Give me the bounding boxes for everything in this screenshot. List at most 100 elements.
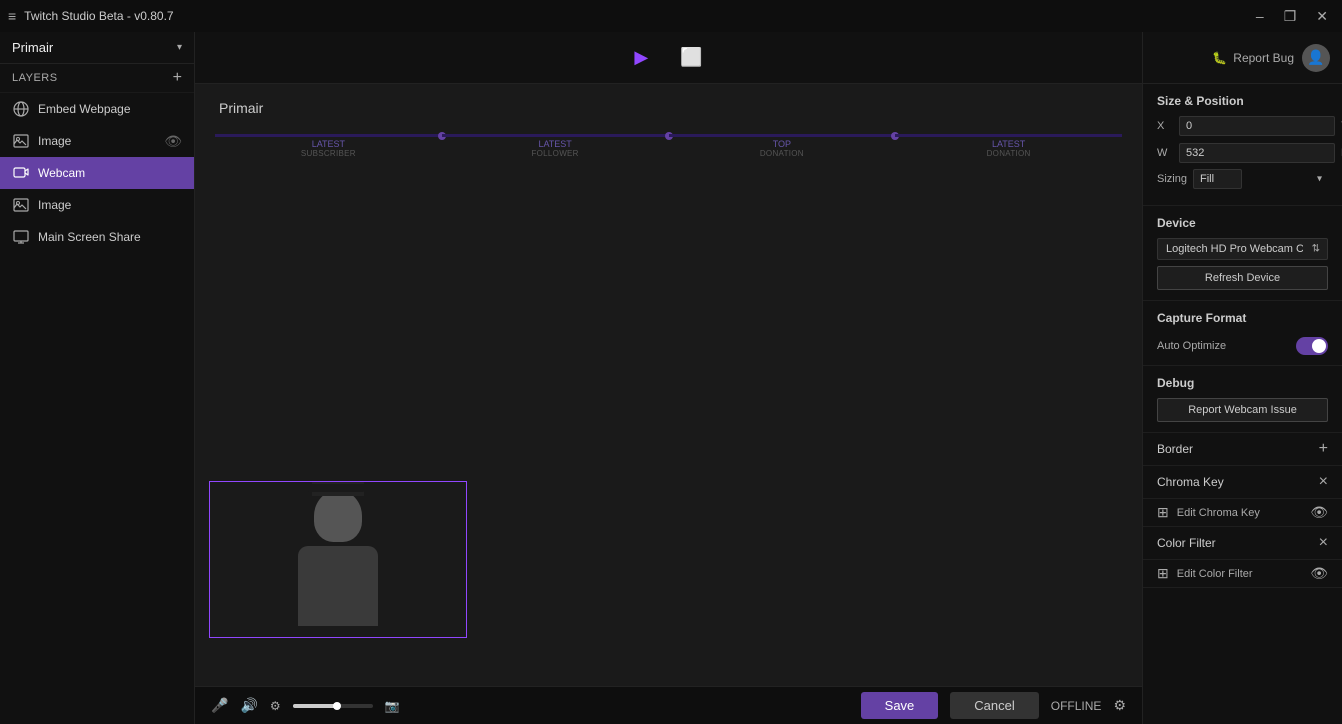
titlebar: ≡ Twitch Studio Beta - v0.80.7 – ❐ ✕ bbox=[0, 0, 1342, 32]
sliders-icon-color: ⊞ bbox=[1157, 565, 1169, 582]
save-button[interactable]: Save bbox=[861, 692, 939, 719]
hat-brim bbox=[306, 484, 366, 492]
capture-format-title: Capture Format bbox=[1157, 311, 1246, 325]
crop-tool-button[interactable]: ⬜ bbox=[672, 43, 710, 72]
border-add-icon[interactable]: + bbox=[1319, 440, 1328, 458]
sizing-chevron-icon: ▾ bbox=[1317, 174, 1322, 185]
menu-icon[interactable]: ≡ bbox=[8, 8, 16, 24]
eye-hidden-icon[interactable]: 👁 bbox=[164, 133, 182, 150]
sidebar: Primair ▾ Layers + Embed Webpage bbox=[0, 32, 195, 724]
chroma-key-row[interactable]: Chroma Key × bbox=[1143, 466, 1342, 499]
main-layout: Primair ▾ Layers + Embed Webpage bbox=[0, 32, 1342, 724]
color-filter-row[interactable]: Color Filter × bbox=[1143, 527, 1342, 560]
microphone-icon[interactable]: 🎤 bbox=[211, 697, 228, 714]
layer-item-webcam[interactable]: Webcam bbox=[0, 157, 194, 189]
add-layer-button[interactable]: + bbox=[173, 70, 182, 86]
sizing-row: Sizing Fill Fit Stretch ▾ bbox=[1157, 169, 1328, 189]
layer-name-screen: Main Screen Share bbox=[38, 230, 182, 244]
debug-title: Debug bbox=[1157, 376, 1328, 390]
report-bug-bar: 🐛 Report Bug 👤 bbox=[1143, 32, 1342, 84]
color-filter-label: Color Filter bbox=[1157, 536, 1216, 550]
stat-label-1: SUBSCRIBER bbox=[301, 149, 356, 158]
minimize-button[interactable]: – bbox=[1250, 6, 1270, 26]
window-controls: – ❐ ✕ bbox=[1250, 6, 1334, 27]
volume-fill bbox=[293, 704, 337, 708]
capture-format-section: Capture Format Auto Optimize bbox=[1143, 301, 1342, 366]
w-label: W bbox=[1157, 147, 1173, 159]
stat-latest-subscriber: LATEST SUBSCRIBER bbox=[215, 134, 442, 158]
chroma-key-label: Chroma Key bbox=[1157, 475, 1224, 489]
toggle-knob bbox=[1312, 339, 1326, 353]
scene-selector[interactable]: Primair ▾ bbox=[0, 32, 194, 64]
auto-optimize-toggle[interactable] bbox=[1296, 337, 1328, 355]
sliders-icon-chroma: ⊞ bbox=[1157, 504, 1169, 521]
border-row[interactable]: Border + bbox=[1143, 433, 1342, 466]
canvas-toolbar: ▶ ⬜ bbox=[195, 32, 1142, 84]
eye-icon-color[interactable]: 👁 bbox=[1310, 565, 1328, 582]
border-label: Border bbox=[1157, 442, 1193, 456]
restore-button[interactable]: ❐ bbox=[1278, 6, 1303, 27]
bug-icon: 🐛 bbox=[1212, 51, 1227, 65]
stat-label-2: FOLLOWER bbox=[531, 149, 578, 158]
settings-icon[interactable]: ⚙ bbox=[1113, 697, 1126, 714]
size-position-section: Size & Position X Y W H 🔒 Sizing Fill bbox=[1143, 84, 1342, 206]
color-filter-close-icon[interactable]: × bbox=[1319, 534, 1328, 552]
edit-color-filter-row: ⊞ Edit Color Filter 👁 bbox=[1143, 560, 1342, 588]
stat-value-2: LATEST bbox=[538, 139, 571, 149]
chroma-key-close-icon[interactable]: × bbox=[1319, 473, 1328, 491]
user-avatar[interactable]: 👤 bbox=[1302, 44, 1330, 72]
edit-chroma-key-label[interactable]: Edit Chroma Key bbox=[1177, 507, 1302, 519]
layer-name-webcam: Webcam bbox=[38, 166, 182, 180]
device-section: Device Logitech HD Pro Webcam C920 ⇅ Ref… bbox=[1143, 206, 1342, 301]
layers-label: Layers bbox=[12, 72, 173, 84]
sizing-select[interactable]: Fill Fit Stretch bbox=[1193, 169, 1242, 189]
refresh-device-button[interactable]: Refresh Device bbox=[1157, 266, 1328, 290]
person-head bbox=[314, 490, 362, 542]
layer-name-image2: Image bbox=[38, 198, 182, 212]
debug-section: Debug Report Webcam Issue bbox=[1143, 366, 1342, 433]
stats-bar: LATEST SUBSCRIBER LATEST FOLLOWER TOP DO… bbox=[215, 134, 1122, 169]
webcam-icon bbox=[12, 164, 30, 182]
report-bug-button[interactable]: 🐛 Report Bug bbox=[1212, 51, 1294, 65]
hat bbox=[312, 481, 364, 496]
stat-latest-donation: LATEST DONATION bbox=[895, 134, 1122, 158]
eye-icon-chroma[interactable]: 👁 bbox=[1310, 504, 1328, 521]
canvas-area: ▶ ⬜ Primair LATEST SUBSCRIBER LATEST FOL… bbox=[195, 32, 1142, 724]
volume-knob[interactable] bbox=[333, 702, 341, 710]
auto-optimize-row: Auto Optimize bbox=[1157, 337, 1328, 355]
volume-slider[interactable] bbox=[293, 704, 373, 708]
auto-optimize-label: Auto Optimize bbox=[1157, 340, 1226, 352]
device-title: Device bbox=[1157, 216, 1328, 230]
edit-color-filter-label[interactable]: Edit Color Filter bbox=[1177, 568, 1302, 580]
right-panel: 🐛 Report Bug 👤 Size & Position X Y W H 🔒 bbox=[1142, 32, 1342, 724]
layer-name-image1: Image bbox=[38, 134, 156, 148]
stat-value-4: LATEST bbox=[992, 139, 1025, 149]
x-input[interactable] bbox=[1179, 116, 1335, 136]
layers-header: Layers + bbox=[0, 64, 194, 93]
layer-item-embed[interactable]: Embed Webpage bbox=[0, 93, 194, 125]
sizing-label: Sizing bbox=[1157, 173, 1187, 185]
layer-item-image1[interactable]: Image 👁 bbox=[0, 125, 194, 157]
settings-small-icon[interactable]: ⚙ bbox=[270, 699, 281, 713]
webcam-content bbox=[210, 482, 466, 637]
stat-top-donation: TOP DONATION bbox=[669, 134, 896, 158]
scene-label: Primair bbox=[219, 100, 263, 116]
close-button[interactable]: ✕ bbox=[1310, 6, 1334, 27]
layer-item-screen[interactable]: Main Screen Share bbox=[0, 221, 194, 253]
edit-chroma-key-row: ⊞ Edit Chroma Key 👁 bbox=[1143, 499, 1342, 527]
scene-name: Primair bbox=[12, 40, 177, 55]
x-label: X bbox=[1157, 120, 1173, 132]
volume-icon[interactable]: 🔊 bbox=[240, 697, 257, 714]
webcam-preview[interactable] bbox=[209, 481, 467, 638]
device-select[interactable]: Logitech HD Pro Webcam C920 bbox=[1157, 238, 1328, 260]
canvas-wrapper[interactable]: Primair LATEST SUBSCRIBER LATEST FOLLOWE… bbox=[195, 84, 1142, 686]
webcam-small-icon[interactable]: 📷 bbox=[385, 699, 400, 713]
report-webcam-issue-button[interactable]: Report Webcam Issue bbox=[1157, 398, 1328, 422]
cancel-button[interactable]: Cancel bbox=[950, 692, 1038, 719]
select-tool-button[interactable]: ▶ bbox=[626, 43, 656, 72]
w-input[interactable] bbox=[1179, 143, 1335, 163]
layer-item-image2[interactable]: Image bbox=[0, 189, 194, 221]
image-icon-2 bbox=[12, 196, 30, 214]
layer-name-embed: Embed Webpage bbox=[38, 102, 182, 116]
stat-latest-follower: LATEST FOLLOWER bbox=[442, 134, 669, 158]
